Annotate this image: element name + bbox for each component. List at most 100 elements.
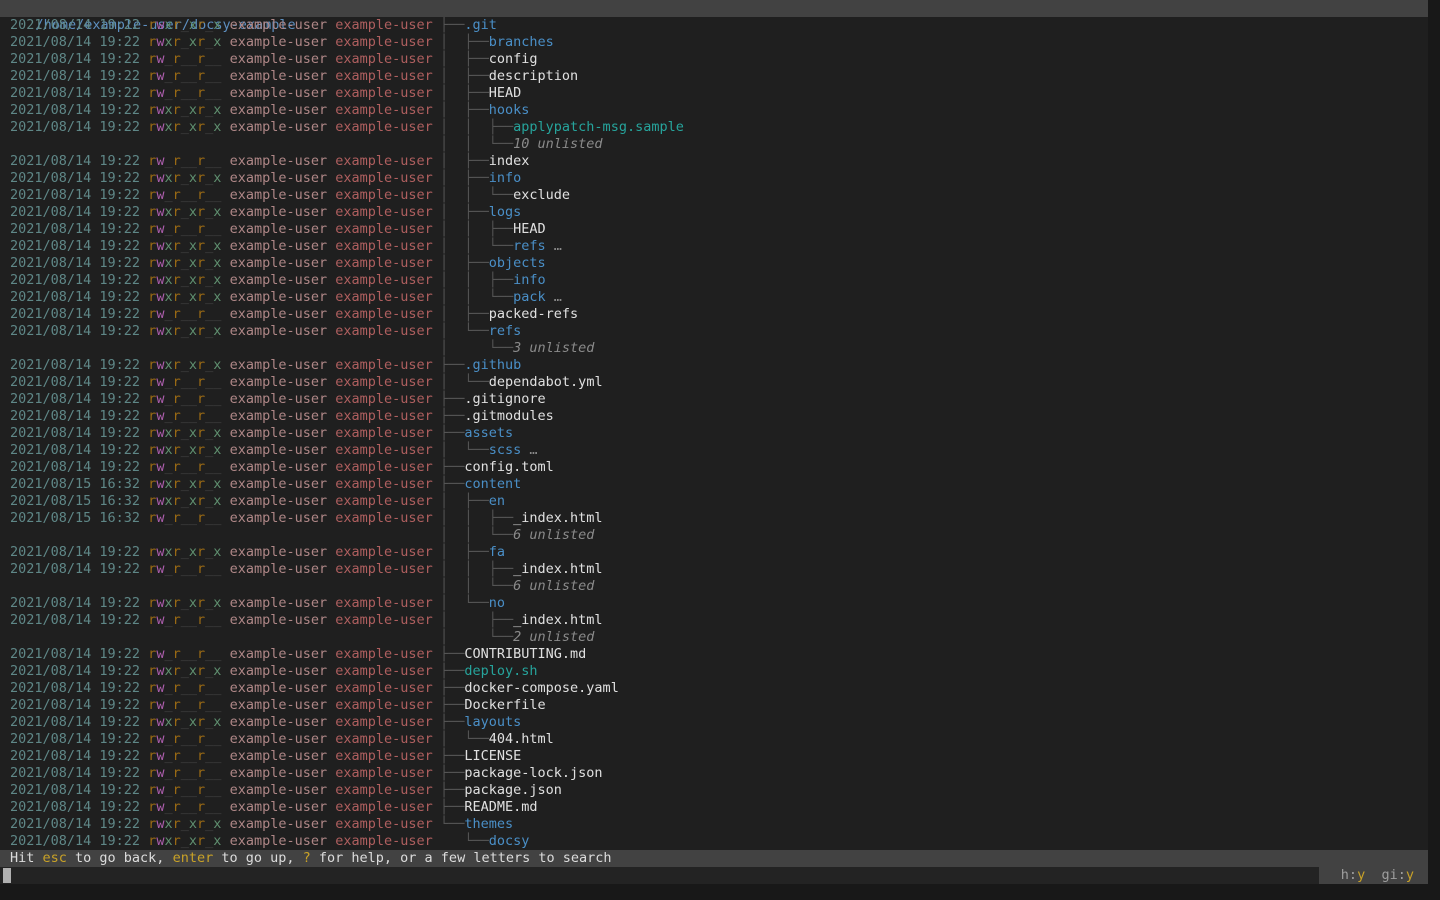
- tree-row[interactable]: 2021/08/14 19:22 rw_r__r__ example-user …: [0, 306, 1428, 323]
- file-name[interactable]: 404.html: [489, 731, 554, 747]
- tree-row[interactable]: 2021/08/14 19:22 rwxr_xr_x example-user …: [0, 714, 1428, 731]
- tree-row[interactable]: │ └──2 unlisted: [0, 629, 1428, 646]
- directory-name[interactable]: docsy: [489, 833, 530, 849]
- directory-name[interactable]: logs: [489, 204, 522, 220]
- file-name[interactable]: CONTRIBUTING.md: [464, 646, 586, 662]
- file-name[interactable]: _index.html: [513, 612, 602, 628]
- tree-row[interactable]: 2021/08/14 19:22 rwxr_xr_x example-user …: [0, 204, 1428, 221]
- directory-name[interactable]: hooks: [489, 102, 530, 118]
- tree-row[interactable]: 2021/08/14 19:22 rwxr_xr_x example-user …: [0, 34, 1428, 51]
- file-name[interactable]: _index.html: [513, 561, 602, 577]
- mod-date: 2021/08/14 19:22: [10, 85, 148, 101]
- owner: example-user: [221, 561, 327, 577]
- file-name[interactable]: package-lock.json: [464, 765, 602, 781]
- file-name[interactable]: LICENSE: [464, 748, 521, 764]
- tree-row[interactable]: │ └──3 unlisted: [0, 340, 1428, 357]
- tree-row[interactable]: 2021/08/15 16:32 rw_r__r__ example-user …: [0, 510, 1428, 527]
- file-name[interactable]: HEAD: [489, 85, 522, 101]
- file-name[interactable]: HEAD: [513, 221, 546, 237]
- file-name[interactable]: packed-refs: [489, 306, 578, 322]
- file-name[interactable]: Dockerfile: [464, 697, 545, 713]
- file-metadata: 2021/08/14 19:22 rw_r__r__ example-user …: [10, 748, 433, 765]
- directory-name[interactable]: refs: [489, 323, 522, 339]
- directory-name[interactable]: info: [513, 272, 546, 288]
- tree-row[interactable]: 2021/08/14 19:22 rw_r__r__ example-user …: [0, 680, 1428, 697]
- directory-name[interactable]: assets: [464, 425, 513, 441]
- file-name[interactable]: .gitmodules: [464, 408, 553, 424]
- tree-row[interactable]: 2021/08/14 19:22 rwxr_xr_x example-user …: [0, 238, 1428, 255]
- file-name[interactable]: applypatch-msg.sample: [513, 119, 684, 135]
- directory-name[interactable]: fa: [489, 544, 505, 560]
- permissions: rw_r__r__: [148, 765, 221, 781]
- directory-name[interactable]: no: [489, 595, 505, 611]
- tree-row[interactable]: 2021/08/14 19:22 rw_r__r__ example-user …: [0, 782, 1428, 799]
- directory-name[interactable]: en: [489, 493, 505, 509]
- directory-name[interactable]: info: [489, 170, 522, 186]
- tree-row[interactable]: 2021/08/14 19:22 rw_r__r__ example-user …: [0, 748, 1428, 765]
- file-name[interactable]: exclude: [513, 187, 570, 203]
- tree-row[interactable]: 2021/08/14 19:22 rwxr_xr_x example-user …: [0, 170, 1428, 187]
- tree-row[interactable]: 2021/08/14 19:22 rwxr_xr_x example-user …: [0, 272, 1428, 289]
- tree-row[interactable]: │ │ └──10 unlisted: [0, 136, 1428, 153]
- directory-name[interactable]: pack: [513, 289, 546, 305]
- tree-row[interactable]: 2021/08/14 19:22 rw_r__r__ example-user …: [0, 51, 1428, 68]
- directory-name[interactable]: layouts: [464, 714, 521, 730]
- file-name[interactable]: config: [489, 51, 538, 67]
- tree-row[interactable]: 2021/08/14 19:22 rwxr_xr_x example-user …: [0, 833, 1428, 850]
- file-name[interactable]: .gitignore: [464, 391, 545, 407]
- file-name[interactable]: config.toml: [464, 459, 553, 475]
- tree-row[interactable]: 2021/08/14 19:22 rw_r__r__ example-user …: [0, 153, 1428, 170]
- tree-row[interactable]: 2021/08/15 16:32 rwxr_xr_x example-user …: [0, 476, 1428, 493]
- tree-row[interactable]: 2021/08/14 19:22 rw_r__r__ example-user …: [0, 408, 1428, 425]
- tree-row[interactable]: 2021/08/14 19:22 rwxr_xr_x example-user …: [0, 323, 1428, 340]
- tree-row[interactable]: 2021/08/14 19:22 rwxr_xr_x example-user …: [0, 442, 1428, 459]
- file-name[interactable]: _index.html: [513, 510, 602, 526]
- tree-row[interactable]: 2021/08/14 19:22 rwxr_xr_x example-user …: [0, 289, 1428, 306]
- tree-row[interactable]: 2021/08/14 19:22 rw_r__r__ example-user …: [0, 85, 1428, 102]
- file-name[interactable]: dependabot.yml: [489, 374, 603, 390]
- tree-row[interactable]: 2021/08/14 19:22 rw_r__r__ example-user …: [0, 799, 1428, 816]
- directory-name[interactable]: refs: [513, 238, 546, 254]
- tree-row[interactable]: │ │ └──6 unlisted: [0, 527, 1428, 544]
- tree-row[interactable]: 2021/08/14 19:22 rw_r__r__ example-user …: [0, 187, 1428, 204]
- tree-row[interactable]: │ │ └──6 unlisted: [0, 578, 1428, 595]
- tree-row[interactable]: 2021/08/14 19:22 rwxr_xr_x example-user …: [0, 663, 1428, 680]
- tree-row[interactable]: 2021/08/14 19:22 rw_r__r__ example-user …: [0, 612, 1428, 629]
- tree-row[interactable]: 2021/08/14 19:22 rwxr_xr_x example-user …: [0, 102, 1428, 119]
- tree-row[interactable]: 2021/08/14 19:22 rw_r__r__ example-user …: [0, 459, 1428, 476]
- tree-row[interactable]: 2021/08/14 19:22 rw_r__r__ example-user …: [0, 68, 1428, 85]
- mod-date: 2021/08/14 19:22: [10, 170, 148, 186]
- directory-name[interactable]: .github: [464, 357, 521, 373]
- tree-row[interactable]: 2021/08/14 19:22 rw_r__r__ example-user …: [0, 646, 1428, 663]
- tree-row[interactable]: 2021/08/14 19:22 rwxr_xr_x example-user …: [0, 255, 1428, 272]
- tree-row[interactable]: 2021/08/14 19:22 rwxr_xr_x example-user …: [0, 544, 1428, 561]
- tree-row[interactable]: 2021/08/14 19:22 rw_r__r__ example-user …: [0, 391, 1428, 408]
- tree-row[interactable]: 2021/08/14 19:22 rwxr_xr_x example-user …: [0, 816, 1428, 833]
- directory-name[interactable]: scss: [489, 442, 522, 458]
- tree-row[interactable]: 2021/08/14 19:22 rw_r__r__ example-user …: [0, 765, 1428, 782]
- tree-row[interactable]: 2021/08/14 19:22 rw_r__r__ example-user …: [0, 731, 1428, 748]
- tree-row[interactable]: 2021/08/14 19:22 rwxr_xr_x example-user …: [0, 425, 1428, 442]
- directory-name[interactable]: themes: [464, 816, 513, 832]
- tree-row[interactable]: 2021/08/14 19:22 rw_r__r__ example-user …: [0, 561, 1428, 578]
- directory-name[interactable]: objects: [489, 255, 546, 271]
- tree-row[interactable]: 2021/08/14 19:22 rwxr_xr_x example-user …: [0, 357, 1428, 374]
- directory-name[interactable]: content: [464, 476, 521, 492]
- directory-name[interactable]: branches: [489, 34, 554, 50]
- tree-row[interactable]: 2021/08/14 19:22 rw_r__r__ example-user …: [0, 374, 1428, 391]
- file-name[interactable]: package.json: [464, 782, 562, 798]
- file-name[interactable]: docker-compose.yaml: [464, 680, 618, 696]
- permissions: rw_r__r__: [148, 68, 221, 84]
- tree-row[interactable]: 2021/08/14 19:22 rwxr_xr_x example-user …: [0, 595, 1428, 612]
- file-name[interactable]: index: [489, 153, 530, 169]
- file-name[interactable]: deploy.sh: [464, 663, 537, 679]
- tree-row[interactable]: 2021/08/14 19:22 rwxr_xr_x example-user …: [0, 17, 1428, 34]
- tree-row[interactable]: 2021/08/15 16:32 rwxr_xr_x example-user …: [0, 493, 1428, 510]
- search-input[interactable]: h:y gi:y: [0, 867, 1428, 884]
- tree-row[interactable]: 2021/08/14 19:22 rw_r__r__ example-user …: [0, 221, 1428, 238]
- tree-row[interactable]: 2021/08/14 19:22 rwxr_xr_x example-user …: [0, 119, 1428, 136]
- directory-name[interactable]: .git: [464, 17, 497, 33]
- file-name[interactable]: description: [489, 68, 578, 84]
- tree-row[interactable]: 2021/08/14 19:22 rw_r__r__ example-user …: [0, 697, 1428, 714]
- file-name[interactable]: README.md: [464, 799, 537, 815]
